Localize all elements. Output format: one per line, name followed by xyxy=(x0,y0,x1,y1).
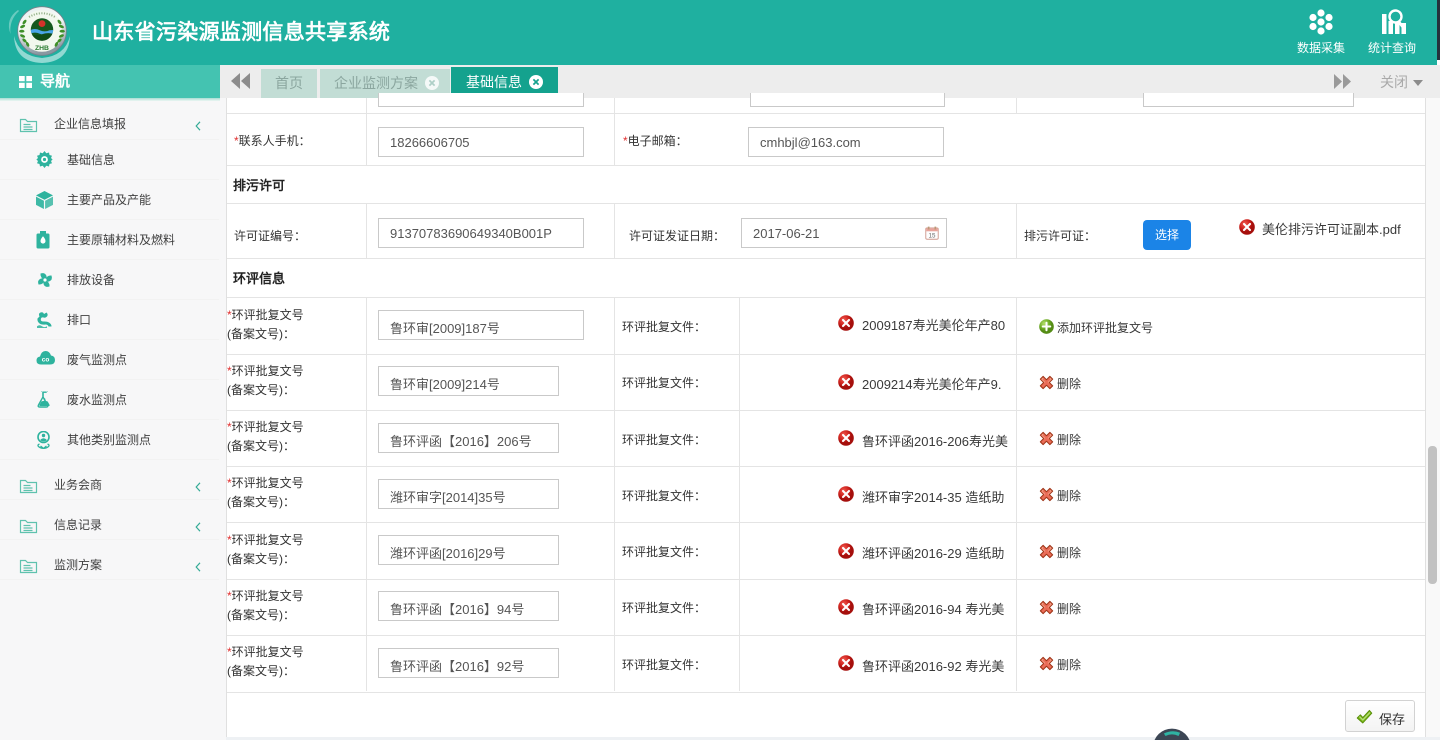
svg-text:15: 15 xyxy=(929,232,936,239)
svg-text:ZHB: ZHB xyxy=(35,45,49,52)
svg-text:co: co xyxy=(42,357,50,364)
